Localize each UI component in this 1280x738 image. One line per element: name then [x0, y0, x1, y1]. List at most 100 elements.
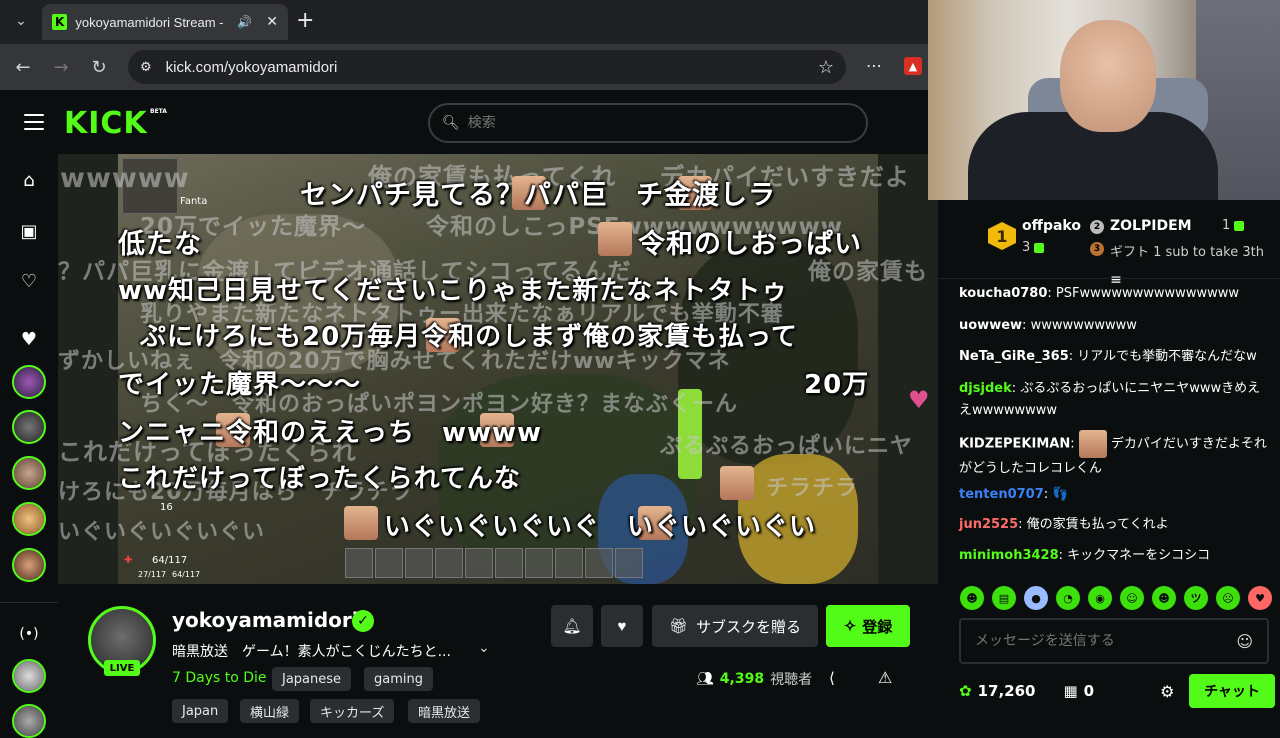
chat-username[interactable]: minimoh3428 [959, 548, 1059, 563]
site-info-icon[interactable]: ⚙ [140, 60, 152, 75]
danmaku-comment: これだけってぼったくられてんな [118, 464, 521, 494]
emote-icon[interactable]: ◉ [1088, 586, 1112, 610]
share-icon[interactable]: ⟨ [829, 669, 835, 687]
browse-icon[interactable]: ▣ [17, 219, 41, 243]
notification-bell-button[interactable]: 🔔︎ [551, 605, 593, 647]
beta-badge: BETA [150, 108, 167, 115]
search-bar[interactable]: 🔍︎ [428, 103, 868, 143]
subscribe-button[interactable]: ✧ 登録 [826, 605, 910, 647]
footprint-emote-icon: 👣 [1052, 487, 1069, 502]
streamer-name[interactable]: yokoyamamidori [172, 608, 359, 632]
audio-icon[interactable]: 🔊 [237, 15, 252, 29]
danmaku-comment: 令和のしおっぱい [638, 229, 862, 260]
chat-username[interactable]: KIDZEPEKIMAN [959, 437, 1070, 452]
tag[interactable]: gaming [364, 667, 433, 691]
chat-input[interactable] [975, 633, 1237, 649]
items-icon[interactable]: ▦ [1063, 682, 1077, 700]
chat-username[interactable]: NeTa_GiRe_365 [959, 349, 1069, 364]
channel-avatar[interactable] [12, 659, 46, 693]
tag[interactable]: 暗黒放送 [408, 699, 481, 723]
leader-count: 1 [1222, 218, 1231, 233]
emote-face [598, 222, 632, 256]
chat-text: キックマネーをシコシコ [1067, 548, 1211, 563]
kick-logo[interactable]: KICK [64, 106, 148, 141]
health-icon: ✚ [124, 555, 133, 566]
emoji-picker-icon[interactable]: ☺ [1236, 632, 1253, 651]
viewers-icon: 👥︎ [696, 671, 714, 687]
emote-face [344, 506, 378, 540]
following-heart-icon[interactable]: ♡ [17, 269, 41, 293]
menu-icon[interactable] [24, 114, 44, 130]
browser-tab[interactable]: K yokoyamamidori Stream - 🔊 ✕ [42, 4, 288, 40]
points-icon: ✿ [959, 682, 972, 700]
emote-icon[interactable]: ☻ [960, 586, 984, 610]
danmaku-comment: でイッた魔界〜〜〜 [118, 370, 362, 400]
emote-icon[interactable]: ツ [1184, 586, 1208, 610]
tag[interactable]: 横山緑 [240, 699, 300, 723]
emote-icon[interactable]: ♥ [1248, 586, 1272, 610]
new-tab-icon[interactable]: + [296, 10, 314, 32]
channel-avatar[interactable] [12, 704, 46, 738]
chat-text: wwwwwwwwww [1030, 318, 1137, 333]
danmaku-comment: ww知己日見せてくださいこりゃまた新たなネトタトゥ [118, 276, 789, 306]
live-broadcast-icon[interactable]: (•) [17, 622, 41, 646]
search-input[interactable] [467, 115, 848, 131]
chevron-down-icon[interactable]: ⌄ [478, 640, 490, 656]
chat-username[interactable]: jun2525 [959, 517, 1018, 532]
tag[interactable]: キッカーズ [310, 699, 395, 723]
tab-title: yokoyamamidori Stream - [75, 14, 224, 30]
danmaku-comment: 低たな [118, 229, 202, 260]
channel-points[interactable]: 17,260 [978, 682, 1036, 700]
emote-icon[interactable]: ▤ [992, 586, 1016, 610]
leader-name[interactable]: ZOLPIDEM [1110, 218, 1192, 234]
chat-message: jun2525: 俺の家賃も払ってくれよ [959, 517, 1169, 532]
stream-title: 暗黒放送 ゲーム！素人がこくじんたちと... [172, 644, 451, 660]
tag[interactable]: Japanese [272, 667, 352, 691]
channel-avatar[interactable] [12, 365, 46, 399]
emote-icon[interactable]: ● [1024, 586, 1048, 610]
emote-icon[interactable]: ☺ [1120, 586, 1144, 610]
leader-name[interactable]: offpako [1022, 218, 1081, 234]
chat-username[interactable]: tenten0707 [959, 487, 1044, 502]
chat-username[interactable]: djsjdek [959, 381, 1012, 396]
follow-heart-button[interactable]: ♥ [601, 605, 643, 647]
pdf-icon[interactable]: ▲ [904, 57, 922, 75]
chat-send-button[interactable]: チャット [1189, 674, 1275, 708]
danmaku-comment: 20万 [804, 370, 870, 400]
rank-2-badge: 2 [1090, 220, 1104, 234]
emote-icon[interactable]: ☹ [1216, 586, 1240, 610]
extensions-icon[interactable]: ⋯ [866, 56, 882, 75]
bookmark-star-icon[interactable]: ☆ [818, 57, 834, 78]
home-icon[interactable]: ⌂ [17, 168, 41, 192]
channel-avatar[interactable] [12, 410, 46, 444]
heart-icon: ♥ [908, 386, 930, 414]
address-bar[interactable]: ⚙ kick.com/yokoyamamidori ☆ [128, 50, 846, 84]
channel-avatar[interactable] [12, 502, 46, 536]
channel-avatar[interactable] [12, 456, 46, 490]
url-text[interactable]: kick.com/yokoyamamidori [166, 59, 338, 76]
reload-icon[interactable]: ↻ [86, 54, 112, 80]
leader-count: 3 [1022, 240, 1031, 255]
live-badge: LIVE [104, 660, 140, 676]
emote-icon[interactable]: ◔ [1056, 586, 1080, 610]
tab-search-chevron-icon[interactable]: ⌄ [8, 8, 34, 34]
report-warning-icon[interactable]: ⚠ [878, 668, 892, 687]
back-arrow-icon[interactable]: ← [10, 54, 36, 80]
chat-message: KIDZEPEKIMAN: デカパイだいすきだよそれがどうしたコレコレくん [959, 430, 1271, 480]
emote-icon[interactable]: ☻ [1152, 586, 1176, 610]
chat-username[interactable]: koucha0780 [959, 286, 1047, 301]
chat-username[interactable]: uowwew [959, 318, 1022, 333]
settings-gear-icon[interactable]: ⚙ [1160, 682, 1174, 701]
webcam-streamer-head [1060, 20, 1156, 132]
gift-icon [1034, 242, 1045, 253]
close-tab-icon[interactable]: ✕ [266, 14, 278, 30]
forward-arrow-icon[interactable]: → [48, 54, 74, 80]
tag[interactable]: Japan [172, 699, 229, 723]
verified-badge-icon: ✓ [352, 610, 374, 632]
channel-avatar[interactable] [12, 548, 46, 582]
gift-sub-button[interactable]: 🎁︎ サブスクを贈る [652, 605, 818, 647]
chat-message-field[interactable]: ☺ [959, 618, 1269, 664]
category-link[interactable]: 7 Days to Die [172, 670, 267, 686]
followed-heart-icon[interactable]: ♥ [17, 327, 41, 351]
emote-face [1078, 430, 1107, 458]
